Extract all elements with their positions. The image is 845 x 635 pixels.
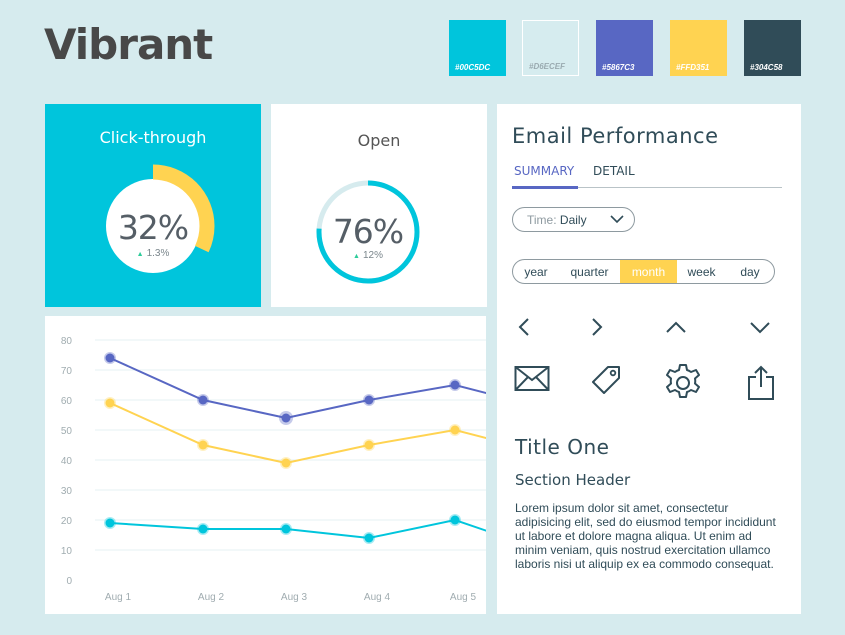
data-point[interactable] bbox=[281, 458, 291, 468]
time-select[interactable]: Time: Daily bbox=[512, 207, 635, 232]
mail-icon[interactable] bbox=[514, 365, 550, 393]
y-tick-label: 0 bbox=[66, 576, 72, 587]
series-line-2 bbox=[109, 402, 486, 465]
title-one: Title One bbox=[515, 435, 610, 459]
chevron-left-icon[interactable] bbox=[517, 317, 531, 337]
up-arrow-icon: ▲ bbox=[353, 253, 360, 260]
brand-title: Vibrant bbox=[44, 20, 213, 69]
x-tick-label: Aug 4 bbox=[364, 592, 391, 603]
data-point[interactable] bbox=[364, 533, 374, 543]
tab-summary[interactable]: SUMMARY bbox=[514, 164, 574, 178]
y-tick-label: 50 bbox=[61, 426, 73, 437]
time-select-value: Daily bbox=[559, 213, 587, 227]
y-tick-label: 60 bbox=[61, 396, 73, 407]
open-delta-value: 12% bbox=[362, 250, 383, 261]
period-segmented-control: year quarter month week day bbox=[512, 259, 775, 284]
open-card: Open 76% ▲ 12% bbox=[271, 104, 487, 307]
color-swatch-3: #5867C3 bbox=[596, 20, 653, 76]
swatch-label: #FFD351 bbox=[676, 63, 710, 72]
y-tick-label: 80 bbox=[61, 336, 73, 347]
x-tick-label: Aug 1 bbox=[105, 592, 132, 603]
color-swatch-5: #304C58 bbox=[744, 20, 801, 76]
swatch-label: #304C58 bbox=[750, 63, 783, 72]
click-through-delta: ▲ 1.3% bbox=[45, 248, 261, 259]
data-point[interactable] bbox=[364, 440, 374, 450]
data-point[interactable] bbox=[198, 395, 208, 405]
body-text: Lorem ipsum dolor sit amet, consectetur … bbox=[515, 501, 776, 571]
gear-icon[interactable] bbox=[663, 363, 703, 403]
color-swatch-4: #FFD351 bbox=[670, 20, 727, 76]
segment-month[interactable]: month bbox=[620, 260, 677, 283]
color-swatch-2: #D6ECEF bbox=[522, 20, 579, 76]
data-point[interactable] bbox=[450, 380, 460, 390]
open-donut bbox=[316, 180, 420, 284]
chevron-down-icon[interactable] bbox=[749, 321, 771, 334]
data-point[interactable] bbox=[450, 425, 460, 435]
up-arrow-icon: ▲ bbox=[136, 251, 144, 258]
swatch-label: #D6ECEF bbox=[529, 62, 566, 71]
y-tick-label: 30 bbox=[61, 486, 73, 497]
click-through-delta-value: 1.3% bbox=[146, 248, 170, 259]
click-through-value: 32% bbox=[117, 208, 189, 247]
swatch-label: #5867C3 bbox=[602, 63, 635, 72]
segment-week[interactable]: week bbox=[677, 260, 726, 283]
share-icon[interactable] bbox=[746, 365, 776, 401]
line-chart: 0 10 20 30 40 50 60 70 80 Aug 1 Aug 2 Aug 3 Aug 4 Aug… bbox=[61, 336, 486, 603]
data-point[interactable] bbox=[105, 353, 115, 363]
segment-day[interactable]: day bbox=[726, 260, 774, 283]
y-tick-label: 10 bbox=[61, 546, 73, 557]
data-point[interactable] bbox=[198, 440, 208, 450]
data-point[interactable] bbox=[364, 395, 374, 405]
open-delta: ▲ 12% bbox=[260, 250, 476, 261]
data-point[interactable] bbox=[105, 518, 115, 528]
chevron-up-icon[interactable] bbox=[665, 321, 687, 334]
y-tick-label: 20 bbox=[61, 516, 73, 527]
color-swatch-1: #00C5DC bbox=[449, 20, 506, 76]
tag-icon[interactable] bbox=[590, 364, 622, 396]
performance-title: Email Performance bbox=[512, 124, 719, 148]
segment-year[interactable]: year bbox=[513, 260, 559, 283]
line-chart-card: 0 10 20 30 40 50 60 70 80 Aug 1 Aug 2 Aug 3 Aug 4 Aug… bbox=[45, 316, 486, 614]
segment-quarter[interactable]: quarter bbox=[559, 260, 620, 283]
x-tick-label: Aug 5 bbox=[450, 592, 477, 603]
click-through-card: Click-through 32% ▲ 1.3% bbox=[45, 104, 261, 307]
tab-detail[interactable]: DETAIL bbox=[593, 164, 635, 178]
active-tab-indicator bbox=[512, 186, 578, 189]
data-point[interactable] bbox=[198, 524, 208, 534]
x-tick-label: Aug 3 bbox=[281, 592, 308, 603]
data-point[interactable] bbox=[450, 515, 460, 525]
email-performance-card: Email Performance SUMMARY DETAIL Time: D… bbox=[497, 104, 801, 614]
chevron-down-icon bbox=[610, 215, 624, 224]
data-point[interactable] bbox=[281, 524, 291, 534]
series-line-1 bbox=[109, 357, 486, 420]
click-through-donut bbox=[91, 164, 215, 288]
data-point[interactable] bbox=[281, 413, 291, 423]
chevron-right-icon[interactable] bbox=[590, 317, 604, 337]
x-tick-label: Aug 2 bbox=[198, 592, 225, 603]
y-tick-label: 70 bbox=[61, 366, 73, 377]
time-select-label: Time: bbox=[527, 213, 557, 227]
section-header: Section Header bbox=[515, 471, 631, 489]
performance-tabs: SUMMARY DETAIL bbox=[512, 162, 782, 189]
series-line-3 bbox=[109, 518, 486, 540]
open-value: 76% bbox=[332, 212, 404, 251]
data-point[interactable] bbox=[105, 398, 115, 408]
y-tick-label: 40 bbox=[61, 456, 73, 467]
swatch-label: #00C5DC bbox=[455, 63, 491, 72]
